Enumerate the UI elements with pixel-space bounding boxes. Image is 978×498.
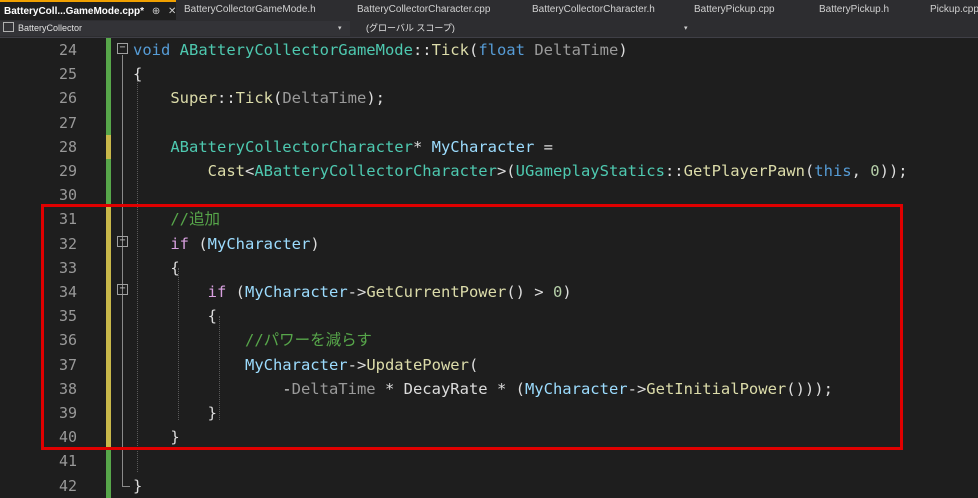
code-text: } [133, 476, 143, 495]
line-number: 31 [58, 210, 77, 229]
line-number: 39 [58, 404, 77, 422]
tab-label: BatteryPickup.cpp [694, 4, 775, 15]
line-number: 33 [58, 258, 77, 277]
line-number: 30 [58, 186, 77, 205]
line-number: 36 [58, 331, 77, 350]
line-number: 32 [58, 234, 77, 253]
pin-icon[interactable]: ⊕ [152, 2, 160, 20]
code-text: -DeltaTime * DecayRate * (MyCharacter->G… [133, 379, 833, 398]
line-number: 40 [58, 428, 77, 447]
tab-gamemode-h[interactable]: BatteryCollectorGameMode.h [180, 0, 350, 20]
code-text: } [133, 404, 217, 422]
tab-label: BatteryCollectorGameMode.h [184, 4, 316, 15]
line-number: 25 [58, 65, 77, 84]
code-line: 25 { [0, 62, 978, 86]
code-line: 35 { [0, 304, 978, 328]
code-text: { [133, 307, 217, 326]
code-text: //追加 [170, 210, 220, 229]
code-text: MyCharacter->UpdatePower( [244, 355, 479, 374]
tab-character-h[interactable]: BatteryCollectorCharacter.h [528, 0, 688, 20]
code-line: 24 void ABatteryCollectorGameMode::Tick(… [0, 38, 978, 62]
code-line: 32 if (MyCharacter) [0, 232, 978, 256]
project-icon [3, 22, 14, 32]
line-number: 26 [58, 89, 77, 108]
line-number: 24 [58, 41, 77, 59]
project-label: BatteryCollector [18, 23, 83, 33]
line-number: 27 [58, 113, 77, 132]
code-line: 41 [0, 449, 978, 473]
code-line: 42 } [0, 474, 978, 498]
line-number: 35 [58, 307, 77, 326]
code-editor[interactable]: − − − 24 void ABatteryCollectorGameMode:… [0, 38, 978, 498]
tab-pickup-battery-cpp[interactable]: BatteryPickup.cpp [690, 0, 814, 20]
code-text: void ABatteryCollectorGameMode::Tick(flo… [133, 41, 628, 59]
code-text: { [133, 258, 180, 277]
tab-label: BatteryCollectorCharacter.h [532, 4, 655, 15]
code-text: } [133, 428, 180, 447]
tab-label: BatteryCollectorCharacter.cpp [357, 4, 491, 15]
project-dropdown[interactable]: BatteryCollector ▾ [0, 21, 350, 36]
scope-label: (グローバル スコープ) [366, 23, 455, 33]
code-line: 37 MyCharacter->UpdatePower( [0, 353, 978, 377]
tab-label: BatteryColl...GameMode.cpp* [4, 6, 145, 17]
code-text: ABatteryCollectorCharacter* MyCharacter … [170, 137, 553, 156]
code-line: 27 [0, 111, 978, 135]
code-text: { [133, 65, 143, 84]
code-line: 26 Super::Tick(DeltaTime); [0, 86, 978, 110]
code-line: 33 { [0, 256, 978, 280]
line-number: 28 [58, 137, 77, 156]
code-line: 38 -DeltaTime * DecayRate * (MyCharacter… [0, 377, 978, 401]
line-number: 34 [58, 283, 77, 301]
code-line: 30 [0, 183, 978, 207]
code-line: 34 if (MyCharacter->GetCurrentPower() > … [0, 280, 978, 304]
code-line: 31 //追加 [0, 207, 978, 231]
code-line: 28 ABatteryCollectorCharacter* MyCharact… [0, 135, 978, 159]
code-line: 40 } [0, 425, 978, 449]
tab-gamemode-cpp[interactable]: BatteryColl...GameMode.cpp* ⊕ ✕ [0, 0, 176, 20]
code-text: if (MyCharacter->GetCurrentPower() > 0) [207, 283, 572, 301]
code-text: Cast<ABatteryCollectorCharacter>(UGamepl… [207, 162, 908, 180]
chevron-down-icon: ▾ [338, 25, 342, 32]
tab-label: BatteryPickup.h [819, 4, 890, 15]
navigation-bar: BatteryCollector ▾ (グローバル スコープ) ▾ [0, 20, 978, 38]
member-dropdown[interactable] [714, 21, 978, 36]
line-number: 42 [58, 476, 77, 495]
code-line: 36 //パワーを減らす [0, 328, 978, 352]
line-number: 29 [58, 162, 77, 180]
scope-dropdown[interactable]: (グローバル スコープ) ▾ [352, 21, 712, 36]
line-number: 37 [58, 355, 77, 374]
tab-character-cpp[interactable]: BatteryCollectorCharacter.cpp [353, 0, 527, 20]
line-number: 38 [58, 379, 77, 398]
code-text: Super::Tick(DeltaTime); [170, 89, 386, 108]
document-tab-strip: BatteryColl...GameMode.cpp* ⊕ ✕ BatteryC… [0, 0, 978, 20]
tab-pickup-cpp[interactable]: Pickup.cpp [926, 0, 978, 20]
line-number: 41 [58, 452, 77, 471]
code-line: 39 } [0, 401, 978, 425]
close-icon[interactable]: ✕ [168, 2, 176, 20]
chevron-down-icon: ▾ [684, 25, 688, 32]
tab-pickup-battery-h[interactable]: BatteryPickup.h [815, 0, 925, 20]
code-line: 29 Cast<ABatteryCollectorCharacter>(UGam… [0, 159, 978, 183]
code-text: //パワーを減らす [244, 331, 372, 350]
tab-label: Pickup.cpp [930, 4, 978, 15]
code-text: if (MyCharacter) [170, 234, 320, 253]
